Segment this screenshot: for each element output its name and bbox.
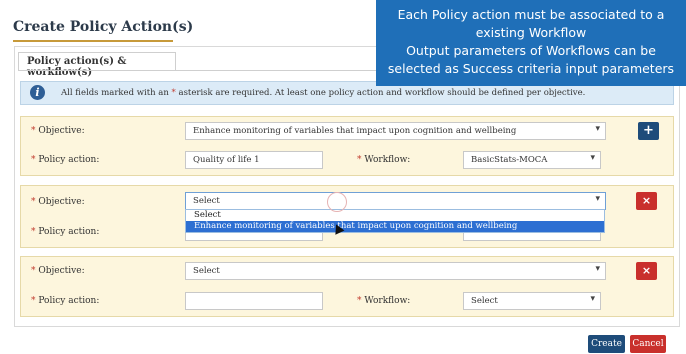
info-text-after: asterisk are required. At least one poli…	[175, 88, 586, 98]
chevron-down-icon: ▾	[595, 194, 600, 204]
section-legend: Policy action(s) & workflow(s)	[18, 52, 176, 78]
objective-label: * Objective:	[31, 266, 85, 276]
policy-action-label: * Policy action:	[31, 155, 100, 165]
cancel-button[interactable]: Cancel	[630, 335, 666, 353]
objective-label: * Objective:	[31, 197, 85, 207]
policy-row-1: * Objective: Enhance monitoring of varia…	[20, 116, 674, 176]
add-row-button[interactable]: +	[638, 122, 659, 140]
click-indicator	[327, 192, 347, 212]
objective-value: Select	[193, 196, 220, 206]
chevron-down-icon: ▾	[595, 124, 600, 134]
chevron-down-icon: ▾	[595, 264, 600, 274]
chevron-down-icon: ▾	[590, 153, 595, 163]
annotation-line: Each Policy action must be associated to…	[397, 7, 665, 22]
objective-label: * Objective:	[31, 126, 85, 136]
policy-action-input[interactable]: Quality of life 1	[185, 151, 323, 169]
workflow-select[interactable]: Select ▾	[463, 292, 601, 310]
page-title: Create Policy Action(s)	[13, 19, 194, 35]
workflow-select[interactable]: BasicStats-MOCA ▾	[463, 151, 601, 169]
annotation-line: selected as Success criteria input param…	[387, 61, 675, 76]
dropdown-option-highlighted[interactable]: Enhance monitoring of variables that imp…	[186, 221, 604, 232]
info-icon: i	[30, 85, 45, 100]
dropdown-option[interactable]: Select	[186, 210, 604, 221]
remove-row-button[interactable]: ×	[636, 262, 657, 280]
policy-action-label: * Policy action:	[31, 227, 100, 237]
info-text: All fields marked with an * asterisk are…	[61, 88, 585, 98]
annotation-line: Output parameters of Workflows can be	[406, 43, 656, 58]
policy-row-3: * Objective: Select ▾ × * Policy action:…	[20, 256, 674, 317]
policy-action-input[interactable]	[185, 292, 323, 310]
objective-dropdown-menu: Select Enhance monitoring of variables t…	[185, 209, 605, 233]
workflow-label: * Workflow:	[357, 155, 411, 165]
annotation-line: existing Workflow	[475, 25, 587, 40]
objective-select[interactable]: Select ▾	[185, 192, 606, 210]
title-underline	[13, 40, 173, 42]
policy-action-value: Quality of life 1	[193, 155, 260, 165]
objective-select[interactable]: Select ▾	[185, 262, 606, 280]
workflow-value: Select	[471, 296, 498, 306]
annotation-overlay: Each Policy action must be associated to…	[376, 0, 686, 86]
workflow-value: BasicStats-MOCA	[471, 155, 548, 165]
info-text-before: All fields marked with an	[61, 88, 172, 98]
objective-value: Enhance monitoring of variables that imp…	[193, 126, 517, 136]
chevron-down-icon: ▾	[590, 294, 595, 304]
create-button[interactable]: Create	[588, 335, 625, 353]
policy-action-label: * Policy action:	[31, 296, 100, 306]
objective-select[interactable]: Enhance monitoring of variables that imp…	[185, 122, 606, 140]
objective-value: Select	[193, 266, 220, 276]
remove-row-button[interactable]: ×	[636, 192, 657, 210]
workflow-label: * Workflow:	[357, 296, 411, 306]
